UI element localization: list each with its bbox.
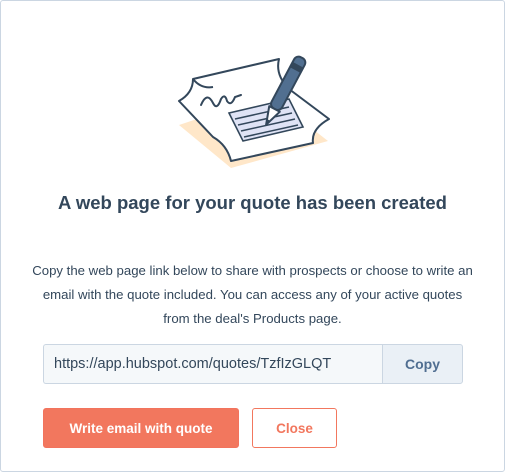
- quote-link-row: Copy: [43, 344, 463, 384]
- copy-link-button[interactable]: Copy: [382, 344, 463, 384]
- quote-created-dialog: A web page for your quote has been creat…: [0, 0, 505, 472]
- dialog-description: Copy the web page link below to share wi…: [32, 263, 473, 326]
- write-email-with-quote-button[interactable]: Write email with quote: [43, 408, 239, 448]
- quote-link-input[interactable]: [43, 344, 382, 384]
- dialog-title: A web page for your quote has been creat…: [58, 192, 447, 213]
- signed-document-with-pen-icon: [178, 55, 330, 168]
- close-button[interactable]: Close: [252, 408, 337, 448]
